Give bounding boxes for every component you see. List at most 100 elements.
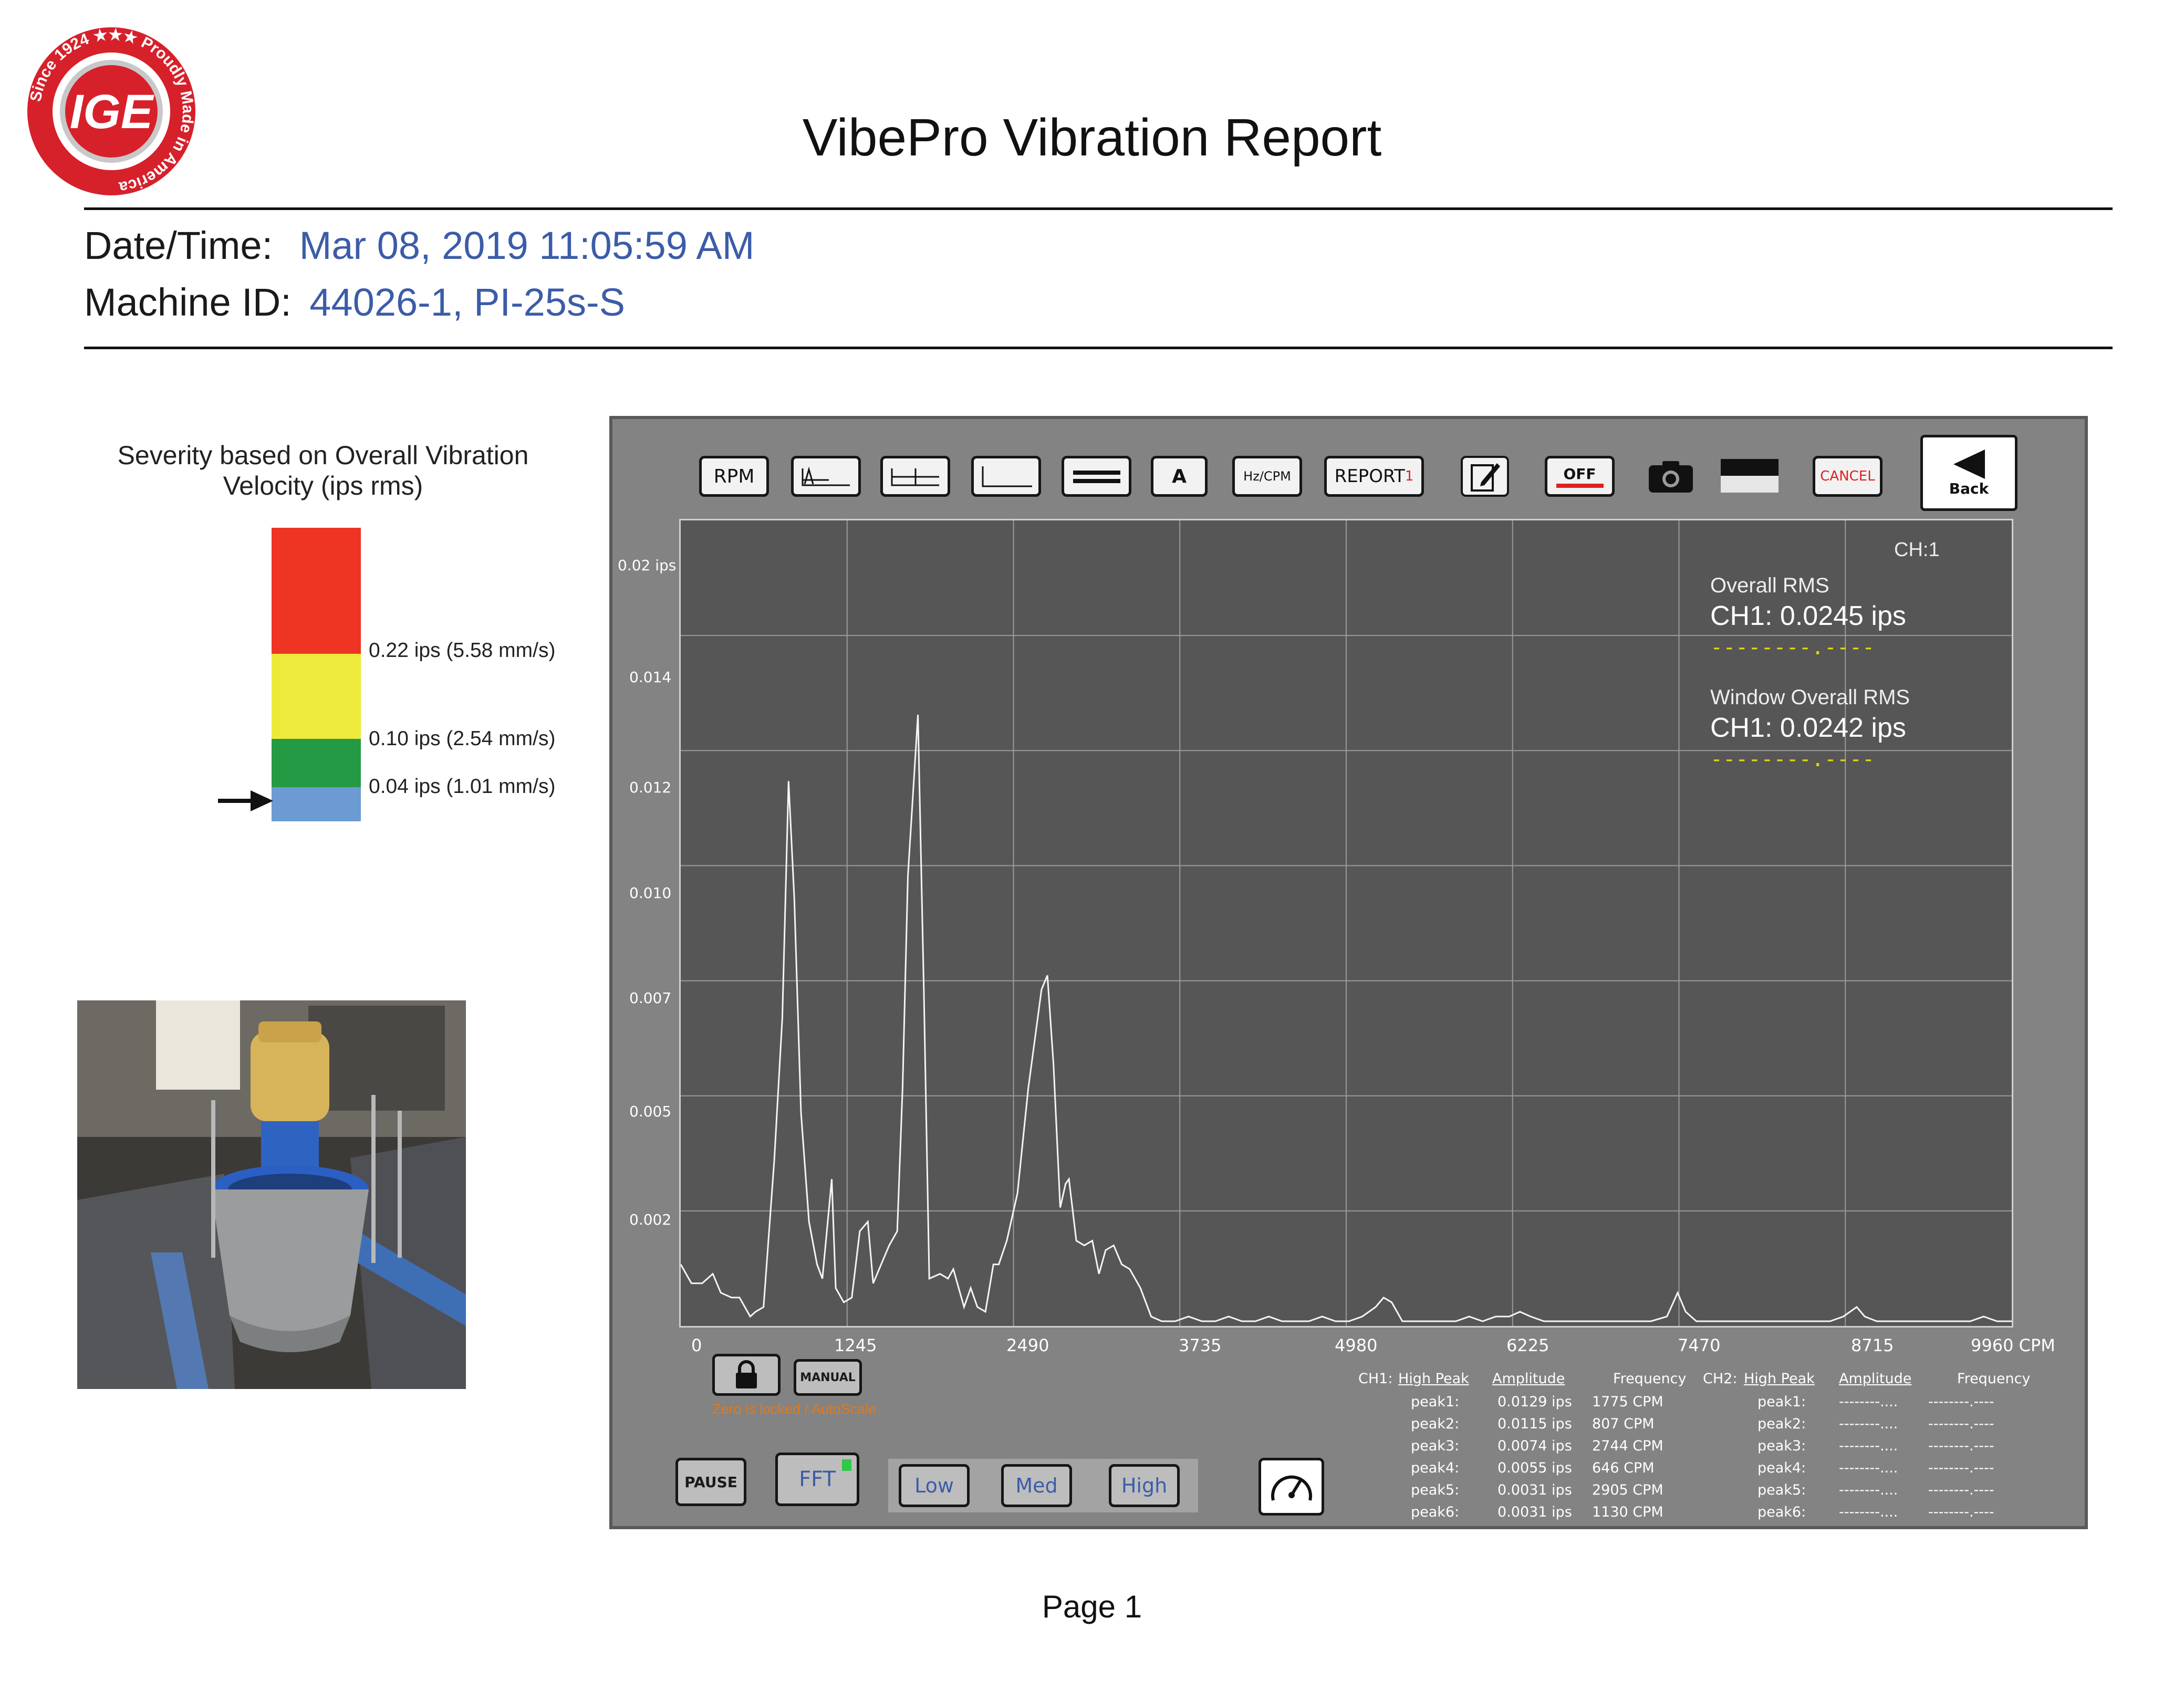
peak-frequency: 646 CPM — [1592, 1460, 1655, 1476]
fft-label: FFT — [799, 1467, 836, 1491]
hz-cpm-button[interactable]: Hz/CPM — [1232, 456, 1302, 497]
y-tick-label: 0.002 — [629, 1211, 672, 1228]
channel-label: CH:1 — [1894, 539, 1940, 561]
axes-button[interactable] — [971, 456, 1041, 497]
window-rms-ch2: --------.---- — [1710, 747, 1875, 771]
edit-icon — [1471, 463, 1500, 492]
back-button[interactable]: Back — [1920, 435, 2017, 511]
arrow-right-icon — [218, 790, 273, 811]
display-toggle-button[interactable] — [1721, 456, 1779, 497]
a-button[interactable]: A — [1151, 456, 1208, 497]
overall-rms-ch2: --------.---- — [1710, 635, 1875, 660]
threshold-label: 0.04 ips (1.01 mm/s) — [369, 775, 556, 798]
machine-photo — [77, 1000, 466, 1389]
x-tick-label: 1245 — [834, 1335, 877, 1355]
peak-amplitude: 0.0115 ips — [1497, 1416, 1572, 1432]
fft-button[interactable]: FFT — [775, 1453, 859, 1506]
y-tick-label: 0.010 — [629, 884, 672, 902]
threshold-label: 0.22 ips (5.58 mm/s) — [369, 639, 556, 662]
machine-label: Machine ID: — [84, 280, 292, 324]
lines-button[interactable] — [1062, 456, 1131, 497]
ch2-high-peak-header: High Peak — [1744, 1371, 1815, 1387]
fft-status-indicator — [842, 1459, 851, 1471]
spectrum-cursor-button[interactable] — [791, 456, 861, 497]
med-button[interactable]: Med — [1001, 1464, 1072, 1507]
ch1-frequency-header: Frequency — [1613, 1371, 1687, 1387]
gauge-icon — [1271, 1475, 1312, 1501]
low-button[interactable]: Low — [899, 1464, 970, 1507]
gauge-button[interactable] — [1259, 1458, 1324, 1516]
peak-name: peak6: — [1757, 1504, 1806, 1520]
cancel-button[interactable]: CANCEL — [1813, 456, 1883, 497]
notes-button[interactable] — [1461, 456, 1509, 497]
peak-frequency: --------.---- — [1928, 1504, 1994, 1520]
off-toggle[interactable]: OFF — [1545, 456, 1615, 497]
peak-frequency: 807 CPM — [1592, 1416, 1655, 1432]
peak-frequency: --------.---- — [1928, 1416, 1994, 1432]
y-tick-label: 0.012 — [629, 779, 672, 796]
peak-amplitude: 0.0074 ips — [1497, 1438, 1572, 1454]
peak-name: peak4: — [1757, 1460, 1806, 1476]
crosshair-icon — [891, 468, 939, 486]
lock-icon — [736, 1360, 757, 1388]
crosshair-cursor-button[interactable] — [880, 456, 950, 497]
peak-frequency: --------.---- — [1928, 1482, 1994, 1498]
high-button[interactable]: High — [1109, 1464, 1180, 1507]
y-tick-label: 0.005 — [629, 1103, 672, 1120]
x-tick-label: 2490 — [1006, 1335, 1049, 1355]
pause-button[interactable]: PAUSE — [675, 1458, 746, 1506]
report-label: REPORT — [1334, 466, 1405, 487]
x-tick-label: 8715 — [1851, 1335, 1894, 1355]
axes-icon — [982, 466, 1032, 487]
lock-button[interactable] — [712, 1354, 781, 1396]
peak-name: peak6: — [1411, 1504, 1460, 1520]
camera-button[interactable] — [1645, 456, 1697, 497]
x-tick-label: 4980 — [1335, 1335, 1378, 1355]
machine-row: Machine ID: 44026-1, PI-25s-S — [84, 280, 625, 325]
y-tick-label: 0.014 — [629, 669, 672, 686]
severity-title: Severity based on Overall Vibration Velo… — [117, 441, 529, 500]
peak-amplitude: --------.... — [1839, 1460, 1898, 1476]
date-value: Mar 08, 2019 11:05:59 AM — [299, 224, 755, 267]
ch2-label: CH2: — [1703, 1371, 1738, 1387]
peak-amplitude: 0.0129 ips — [1497, 1394, 1572, 1410]
report-button[interactable]: REPORT 1 — [1324, 456, 1424, 497]
back-label: Back — [1949, 480, 1989, 497]
y-tick-label: 0.02 ips — [618, 557, 677, 574]
peak-amplitude: 0.0031 ips — [1497, 1504, 1572, 1520]
peak-amplitude: --------.... — [1839, 1416, 1898, 1432]
machine-value: 44026-1, PI-25s-S — [309, 280, 625, 324]
x-tick-label: 6225 — [1506, 1335, 1549, 1355]
severity-band-yellow — [272, 654, 361, 739]
peak-name: peak2: — [1411, 1416, 1460, 1432]
divider — [84, 207, 2113, 210]
peak-amplitude: 0.0055 ips — [1497, 1460, 1572, 1476]
peak-frequency: --------.---- — [1928, 1438, 1994, 1454]
date-label: Date/Time: — [84, 224, 273, 267]
x-tick-label: 3735 — [1179, 1335, 1222, 1355]
overall-rms-title: Overall RMS — [1710, 574, 1829, 597]
peak-frequency: --------.---- — [1928, 1460, 1994, 1476]
peak-name: peak5: — [1757, 1482, 1806, 1498]
autoscale-status: Zero is locked / AutoScale — [712, 1401, 877, 1417]
ch1-amplitude-header: Amplitude — [1492, 1371, 1565, 1387]
peak-amplitude: --------.... — [1839, 1482, 1898, 1498]
x-tick-label: 7470 — [1678, 1335, 1721, 1355]
peak-name: peak1: — [1411, 1394, 1460, 1410]
rpm-button[interactable]: RPM — [699, 456, 769, 497]
severity-band-green — [272, 739, 361, 787]
x-tick-label: 9960 CPM — [1971, 1335, 2055, 1355]
double-line-icon — [1073, 471, 1120, 483]
report-badge: 1 — [1405, 468, 1414, 484]
ch1-label: CH1: — [1358, 1371, 1393, 1387]
peak-frequency: 2905 CPM — [1592, 1482, 1663, 1498]
peak-amplitude: --------.... — [1839, 1394, 1898, 1410]
peak-frequency: 2744 CPM — [1592, 1438, 1663, 1454]
manual-button[interactable]: MANUAL — [794, 1359, 862, 1396]
peak-name: peak5: — [1411, 1482, 1460, 1498]
peak-frequency: --------.---- — [1928, 1394, 1994, 1410]
peak-name: peak4: — [1411, 1460, 1460, 1476]
ch2-amplitude-header: Amplitude — [1839, 1371, 1912, 1387]
peak-name: peak1: — [1757, 1394, 1806, 1410]
back-arrow-icon — [1953, 450, 1985, 479]
